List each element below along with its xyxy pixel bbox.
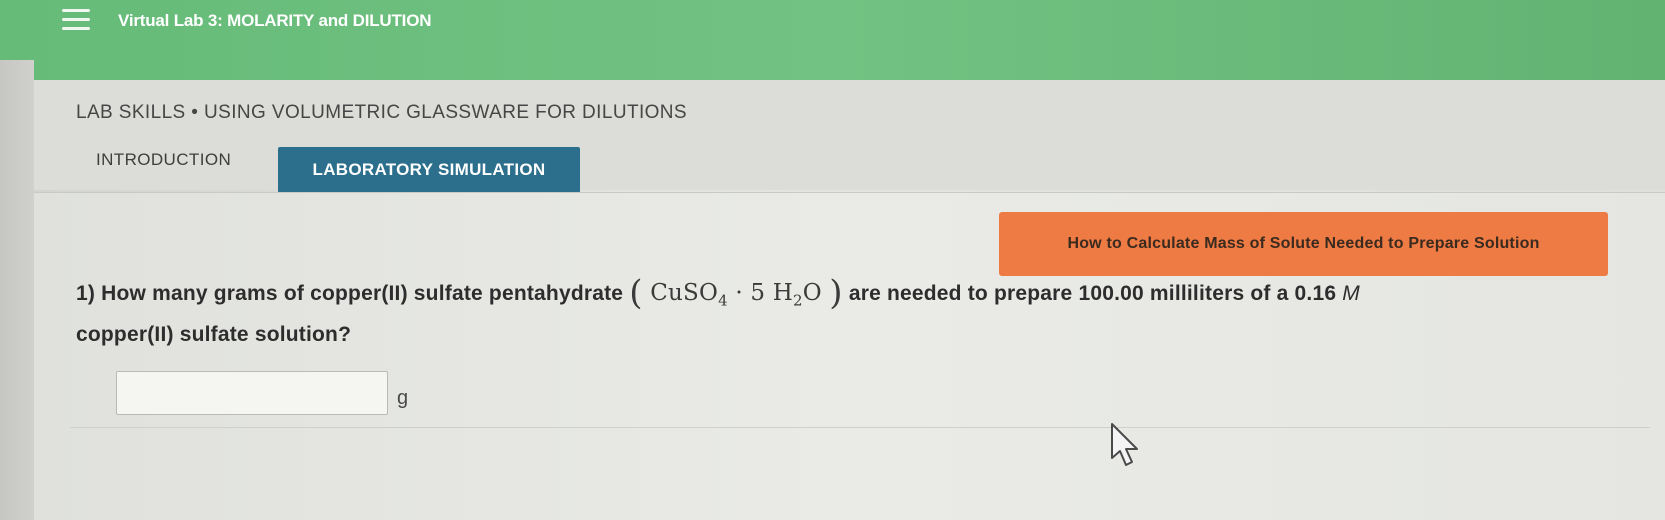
formula-subscript-2: 2 [792, 291, 803, 310]
formula-part-1: CuSO [650, 280, 719, 306]
question-text-middle: are needed to prepare 100.00 milliliters… [848, 282, 1337, 305]
left-edge-panel [0, 60, 34, 520]
divider [70, 427, 1650, 428]
formula-part-2: 5 H [750, 280, 793, 306]
molar-symbol: M [1342, 282, 1360, 305]
hamburger-menu-icon[interactable] [56, 6, 96, 36]
tab-introduction[interactable]: INTRODUCTION [76, 140, 281, 180]
question-text-before: How many grams of copper(II) sulfate pen… [101, 282, 624, 305]
formula-subscript-1: 4 [718, 291, 728, 310]
answer-input[interactable] [116, 371, 388, 415]
formula-dot: · [735, 280, 743, 306]
question-text-after: copper(II) sulfate solution? [76, 322, 352, 346]
screen: Virtual Lab 3: MOLARITY and DILUTION LAB… [0, 0, 1665, 520]
how-to-calculate-button[interactable]: How to Calculate Mass of Solute Needed t… [999, 212, 1608, 276]
question-number: 1) [76, 282, 96, 305]
question-text: 1) How many grams of copper(II) sulfate … [76, 276, 1636, 352]
chemical-formula: ( CuSO4 · 5 H2O ) [629, 273, 843, 313]
top-bar: Virtual Lab 3: MOLARITY and DILUTION [0, 0, 1665, 80]
unit-label: g [397, 387, 409, 409]
arrow-cursor-icon [1111, 423, 1138, 466]
formula-part-3: O [802, 280, 822, 306]
lab-section-title: LAB SKILLS • USING VOLUMETRIC GLASSWARE … [76, 102, 687, 123]
app-title: Virtual Lab 3: MOLARITY and DILUTION [118, 11, 432, 30]
tab-laboratory-simulation[interactable]: LABORATORY SIMULATION [278, 147, 580, 193]
